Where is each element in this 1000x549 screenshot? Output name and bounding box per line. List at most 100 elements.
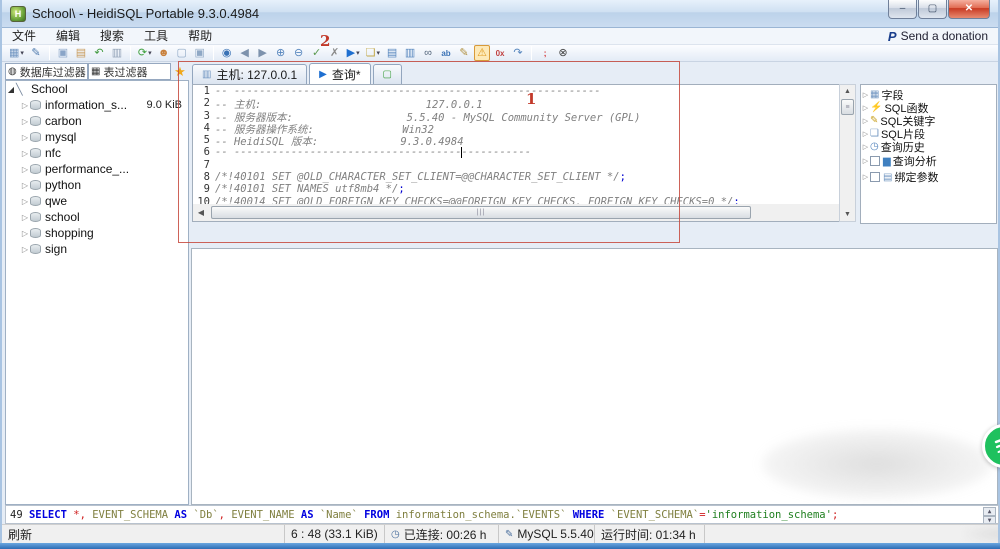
database-icon bbox=[30, 116, 41, 126]
vscroll-thumb[interactable]: ≡ bbox=[841, 99, 854, 115]
delimiter-icon[interactable]: ; bbox=[537, 45, 553, 61]
collapsed-arrow-icon[interactable]: ▷ bbox=[20, 165, 30, 174]
session-manager-icon[interactable]: ▦▾ bbox=[7, 45, 26, 61]
helper-icon: ⚡ bbox=[870, 102, 882, 113]
copy-icon[interactable]: ▣ bbox=[55, 45, 71, 61]
collapsed-arrow-icon[interactable]: ▷ bbox=[861, 104, 870, 112]
last-record-icon[interactable]: ▶ bbox=[255, 45, 271, 61]
favorites-star-icon[interactable]: ★ bbox=[171, 63, 189, 80]
insert-record-icon[interactable]: ⊕ bbox=[273, 45, 289, 61]
tree-item-database[interactable]: ▷performance_... bbox=[6, 161, 188, 177]
collapsed-arrow-icon[interactable]: ▷ bbox=[861, 130, 870, 138]
collapsed-arrow-icon[interactable]: ▷ bbox=[20, 213, 30, 222]
hscroll-thumb[interactable]: ||| bbox=[211, 206, 751, 219]
collapsed-arrow-icon[interactable]: ▷ bbox=[20, 229, 30, 238]
paste-icon-glyph: ▤ bbox=[76, 46, 86, 60]
paste-icon[interactable]: ▤ bbox=[73, 45, 89, 61]
menu-help[interactable]: 帮助 bbox=[178, 28, 222, 45]
tab-host[interactable]: ▥主机: 127.0.0.1 bbox=[192, 64, 307, 84]
collapsed-arrow-icon[interactable]: ▷ bbox=[861, 143, 870, 151]
helper-item[interactable]: ▷▆查询分析 bbox=[861, 153, 996, 169]
dropdown-arrow-icon[interactable]: ▾ bbox=[148, 49, 152, 57]
edit-clear-icon[interactable]: ✎ bbox=[456, 45, 472, 61]
tree-item-database[interactable]: ▷school bbox=[6, 209, 188, 225]
helper-item[interactable]: ▷▦字段 bbox=[861, 88, 996, 101]
reload-icon[interactable]: ↷ bbox=[510, 45, 526, 61]
menu-file[interactable]: 文件 bbox=[2, 28, 46, 45]
editor-vscrollbar[interactable]: ▲ ≡ ▼ bbox=[839, 84, 856, 222]
delete-record-icon[interactable]: ⊖ bbox=[291, 45, 307, 61]
checkbox[interactable] bbox=[870, 172, 880, 182]
sql-editor[interactable]: 1-- ------------------------------------… bbox=[192, 84, 855, 222]
tree-root-session[interactable]: ◢╲School bbox=[6, 81, 188, 97]
spinner-down-icon[interactable]: ▼ bbox=[983, 516, 996, 524]
new-file-icon[interactable]: ▢ bbox=[174, 45, 190, 61]
line-text: -- -------------------------------------… bbox=[215, 85, 601, 97]
print-icon[interactable]: ▥ bbox=[109, 45, 125, 61]
helper-item[interactable]: ▷◷查询历史 bbox=[861, 140, 996, 153]
donation-link[interactable]: P Send a donation bbox=[888, 28, 988, 45]
main-toolbar: ▦▾✎▣▤↶▥⟳▾☻▢▣◉◀▶⊕⊖✓✗▶▾❏▾▤▥∞ab✎⚠0x↷;⊗ bbox=[2, 45, 998, 62]
stop-icon[interactable]: ⊗ bbox=[555, 45, 571, 61]
database-filter-input[interactable]: ◍ 数据库过滤器 bbox=[5, 63, 88, 80]
scroll-left-icon[interactable]: ◀ bbox=[193, 205, 209, 220]
first-record-icon[interactable]: ◀ bbox=[237, 45, 253, 61]
expanded-arrow-icon[interactable]: ◢ bbox=[6, 85, 16, 94]
menu-tools[interactable]: 工具 bbox=[134, 28, 178, 45]
checkbox[interactable] bbox=[870, 156, 880, 166]
tree-item-database[interactable]: ▷mysql bbox=[6, 129, 188, 145]
collapsed-arrow-icon[interactable]: ▷ bbox=[20, 133, 30, 142]
minimize-button[interactable]: – bbox=[888, 0, 917, 19]
tree-item-database[interactable]: ▷information_s...9.0 KiB bbox=[6, 97, 188, 113]
new-session-icon[interactable]: ✎ bbox=[28, 45, 44, 61]
helper-item[interactable]: ▷▤绑定参数 bbox=[861, 169, 996, 185]
tree-item-database[interactable]: ▷nfc bbox=[6, 145, 188, 161]
snippet-icon[interactable]: ❏▾ bbox=[364, 45, 382, 61]
help-icon[interactable]: ◉ bbox=[219, 45, 235, 61]
hex-toggle-icon[interactable]: 0x bbox=[492, 45, 508, 61]
warning-toggle-icon[interactable]: ⚠ bbox=[474, 45, 490, 61]
tab-query[interactable]: ▶查询* bbox=[309, 63, 370, 84]
menu-search[interactable]: 搜索 bbox=[90, 28, 134, 45]
tree-item-database[interactable]: ▷qwe bbox=[6, 193, 188, 209]
open-file-icon[interactable]: ▣ bbox=[192, 45, 208, 61]
spinner-up-icon[interactable]: ▲ bbox=[983, 507, 996, 516]
save-as-icon-glyph: ▥ bbox=[405, 46, 415, 60]
collapsed-arrow-icon[interactable]: ▷ bbox=[861, 173, 870, 181]
database-label: shopping bbox=[45, 226, 94, 240]
refresh-icon[interactable]: ⟳▾ bbox=[136, 45, 154, 61]
collapsed-arrow-icon[interactable]: ▷ bbox=[20, 197, 30, 206]
dropdown-arrow-icon[interactable]: ▾ bbox=[377, 49, 381, 57]
tree-item-database[interactable]: ▷carbon bbox=[6, 113, 188, 129]
find-icon[interactable]: ∞ bbox=[420, 45, 436, 61]
collapsed-arrow-icon[interactable]: ▷ bbox=[861, 157, 870, 165]
editor-hscrollbar[interactable]: ◀ ||| ▶ bbox=[193, 204, 854, 221]
close-button[interactable]: ✕ bbox=[948, 0, 990, 19]
collapsed-arrow-icon[interactable]: ▷ bbox=[861, 91, 870, 99]
scroll-up-icon[interactable]: ▲ bbox=[840, 85, 855, 98]
tree-item-database[interactable]: ▷sign bbox=[6, 241, 188, 257]
maximize-button[interactable]: ▢ bbox=[918, 0, 947, 19]
save-icon[interactable]: ▤ bbox=[384, 45, 400, 61]
menu-edit[interactable]: 编辑 bbox=[46, 28, 90, 45]
dropdown-arrow-icon[interactable]: ▾ bbox=[356, 49, 360, 57]
collapsed-arrow-icon[interactable]: ▷ bbox=[20, 117, 30, 126]
log-scroll-spinner[interactable]: ▲ ▼ bbox=[983, 507, 996, 522]
replace-icon[interactable]: ab bbox=[438, 45, 454, 61]
status-connected-label: 已连接: 00:26 h bbox=[404, 526, 487, 543]
tree-item-database[interactable]: ▷python bbox=[6, 177, 188, 193]
run-query-icon[interactable]: ▶▾ bbox=[345, 45, 362, 61]
scroll-down-icon[interactable]: ▼ bbox=[840, 208, 855, 221]
collapsed-arrow-icon[interactable]: ▷ bbox=[20, 245, 30, 254]
collapsed-arrow-icon[interactable]: ▷ bbox=[20, 181, 30, 190]
collapsed-arrow-icon[interactable]: ▷ bbox=[20, 149, 30, 158]
undo-icon[interactable]: ↶ bbox=[91, 45, 107, 61]
table-filter-input[interactable]: ▦ 表过滤器 bbox=[88, 63, 171, 80]
collapsed-arrow-icon[interactable]: ▷ bbox=[861, 117, 870, 125]
user-manager-icon[interactable]: ☻ bbox=[156, 45, 172, 61]
tab-new-query[interactable]: ▢ bbox=[373, 64, 402, 84]
save-as-icon[interactable]: ▥ bbox=[402, 45, 418, 61]
dropdown-arrow-icon[interactable]: ▾ bbox=[20, 49, 24, 57]
tree-item-database[interactable]: ▷ shopping bbox=[6, 225, 188, 241]
collapsed-arrow-icon[interactable]: ▷ bbox=[20, 101, 30, 110]
